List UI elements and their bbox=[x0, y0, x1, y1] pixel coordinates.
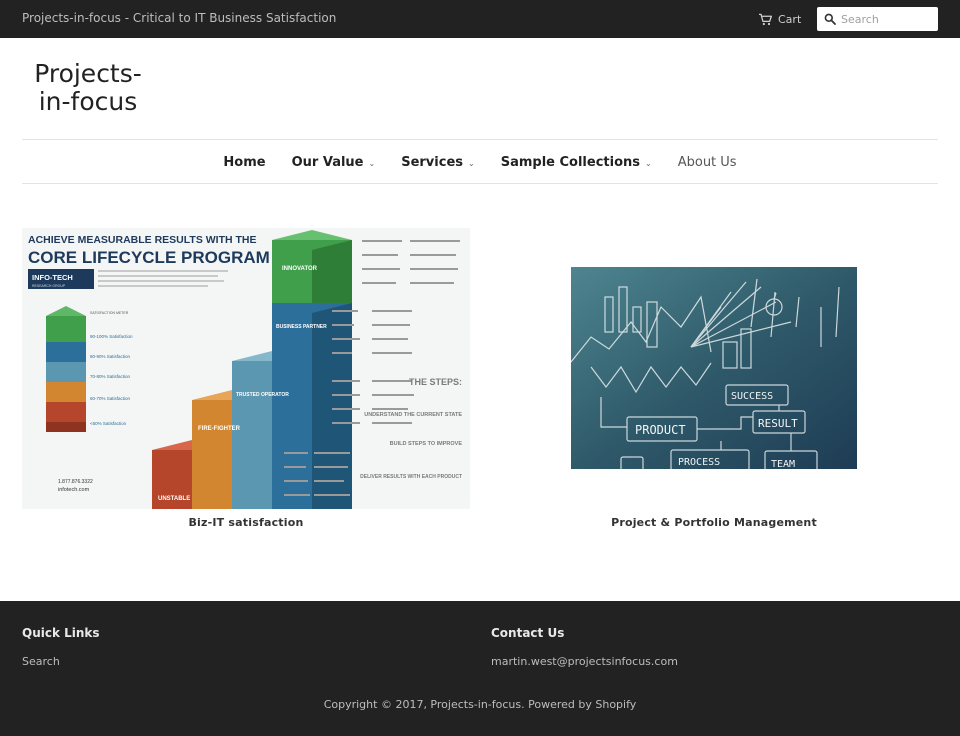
chevron-down-icon: ⌄ bbox=[468, 158, 475, 168]
step-text: UNDERSTAND THE CURRENT STATE bbox=[364, 412, 462, 418]
chalk-word: SUCCESS bbox=[731, 391, 773, 402]
chalk-word: PRODUCT bbox=[635, 423, 686, 437]
steps-title: THE STEPS: bbox=[409, 377, 462, 387]
stair-label: INNOVATOR bbox=[282, 266, 318, 272]
logo-line-1: Projects- bbox=[34, 59, 142, 88]
infographic-phone: 1.877.876.3322 bbox=[58, 479, 93, 485]
site-tagline: Projects-in-focus - Critical to IT Busin… bbox=[22, 11, 337, 25]
cart-icon bbox=[759, 13, 772, 25]
infographic-heading-1: ACHIEVE MEASURABLE RESULTS WITH THE bbox=[28, 234, 256, 246]
info-tech-logo-sub: RESEARCH GROUP bbox=[32, 284, 66, 288]
meter-label: SATISFACTION METER bbox=[90, 311, 129, 315]
collection-card-ppm[interactable]: SUCCESS RESULT PRODUCT PROCESS TEAM Proj… bbox=[490, 228, 938, 533]
nav-bottom-divider bbox=[22, 183, 938, 184]
nav-item-sample-collections[interactable]: Sample Collections ⌄ bbox=[488, 155, 665, 170]
site-logo[interactable]: Projects- in-focus bbox=[22, 60, 154, 116]
quick-links-heading: Quick Links bbox=[22, 626, 100, 640]
nav-item-our-value[interactable]: Our Value ⌄ bbox=[279, 155, 389, 170]
collection-image-chalkboard[interactable]: SUCCESS RESULT PRODUCT PROCESS TEAM bbox=[570, 267, 857, 472]
contact-heading: Contact Us bbox=[491, 626, 565, 640]
lifecycle-infographic: ACHIEVE MEASURABLE RESULTS WITH THE CORE… bbox=[22, 228, 470, 509]
nav-item-about-us[interactable]: About Us bbox=[665, 155, 750, 170]
chalk-word: PROCESS bbox=[678, 457, 720, 468]
collection-title[interactable]: Project & Portfolio Management bbox=[490, 516, 938, 529]
cart-link[interactable]: Cart bbox=[758, 10, 801, 28]
nav-item-services[interactable]: Services ⌄ bbox=[388, 155, 488, 170]
collection-card-biz-it[interactable]: ACHIEVE MEASURABLE RESULTS WITH THE CORE… bbox=[22, 228, 470, 533]
collection-image-lifecycle[interactable]: ACHIEVE MEASURABLE RESULTS WITH THE CORE… bbox=[22, 228, 470, 509]
chalkboard-illustration: SUCCESS RESULT PRODUCT PROCESS TEAM bbox=[570, 267, 857, 472]
search-input[interactable] bbox=[841, 8, 937, 30]
nav-top-divider bbox=[22, 139, 938, 140]
nav-item-label: Sample Collections bbox=[500, 154, 641, 170]
chevron-down-icon: ⌄ bbox=[645, 158, 652, 168]
main-nav: Home Our Value ⌄ Services ⌄ Sample Colle… bbox=[0, 141, 960, 183]
step-text: DELIVER RESULTS WITH EACH PRODUCT bbox=[360, 474, 462, 480]
stair-label: FIRE-FIGHTER bbox=[198, 426, 241, 432]
info-tech-logo-text: INFO-TECH bbox=[32, 273, 73, 282]
nav-item-label: Home bbox=[223, 154, 266, 170]
chalk-word: RESULT bbox=[758, 417, 798, 430]
stair-label: BUSINESS PARTNER bbox=[276, 324, 327, 330]
search-icon[interactable] bbox=[824, 13, 836, 25]
chalk-word: TEAM bbox=[771, 459, 795, 469]
meter-level: 90-100% Satisfaction bbox=[90, 334, 133, 339]
nav-item-home[interactable]: Home bbox=[210, 155, 278, 170]
stair-label: TRUSTED OPERATOR bbox=[236, 392, 289, 398]
logo-line-2: in-focus bbox=[38, 87, 138, 116]
meter-level: <60% Satisfaction bbox=[90, 421, 127, 426]
step-text: BUILD STEPS TO IMPROVE bbox=[390, 441, 463, 447]
search-box[interactable] bbox=[817, 7, 938, 31]
footer-search-link[interactable]: Search bbox=[22, 655, 60, 668]
stair-label: UNSTABLE bbox=[158, 496, 190, 502]
nav-item-label: Services bbox=[401, 154, 464, 170]
meter-level: 60-70% Satisfaction bbox=[90, 396, 131, 401]
meter-level: 80-90% Satisfaction bbox=[90, 354, 131, 359]
cart-label: Cart bbox=[778, 12, 802, 26]
copyright-text: Copyright © 2017, Projects-in-focus. Pow… bbox=[323, 698, 637, 711]
nav-item-label: Our Value bbox=[291, 154, 364, 170]
nav-item-label: About Us bbox=[677, 154, 737, 170]
contact-email-link[interactable]: martin.west@projectsinfocus.com bbox=[491, 655, 678, 668]
infographic-heading-2: CORE LIFECYCLE PROGRAM bbox=[28, 248, 270, 267]
top-bar: Projects-in-focus - Critical to IT Busin… bbox=[0, 0, 960, 38]
infographic-site: infotech.com bbox=[58, 487, 90, 493]
site-footer: Quick Links Search Contact Us martin.wes… bbox=[0, 601, 960, 736]
chevron-down-icon: ⌄ bbox=[368, 158, 376, 168]
meter-level: 70-80% Satisfaction bbox=[90, 374, 131, 379]
collection-title[interactable]: Biz-IT satisfaction bbox=[22, 516, 470, 529]
